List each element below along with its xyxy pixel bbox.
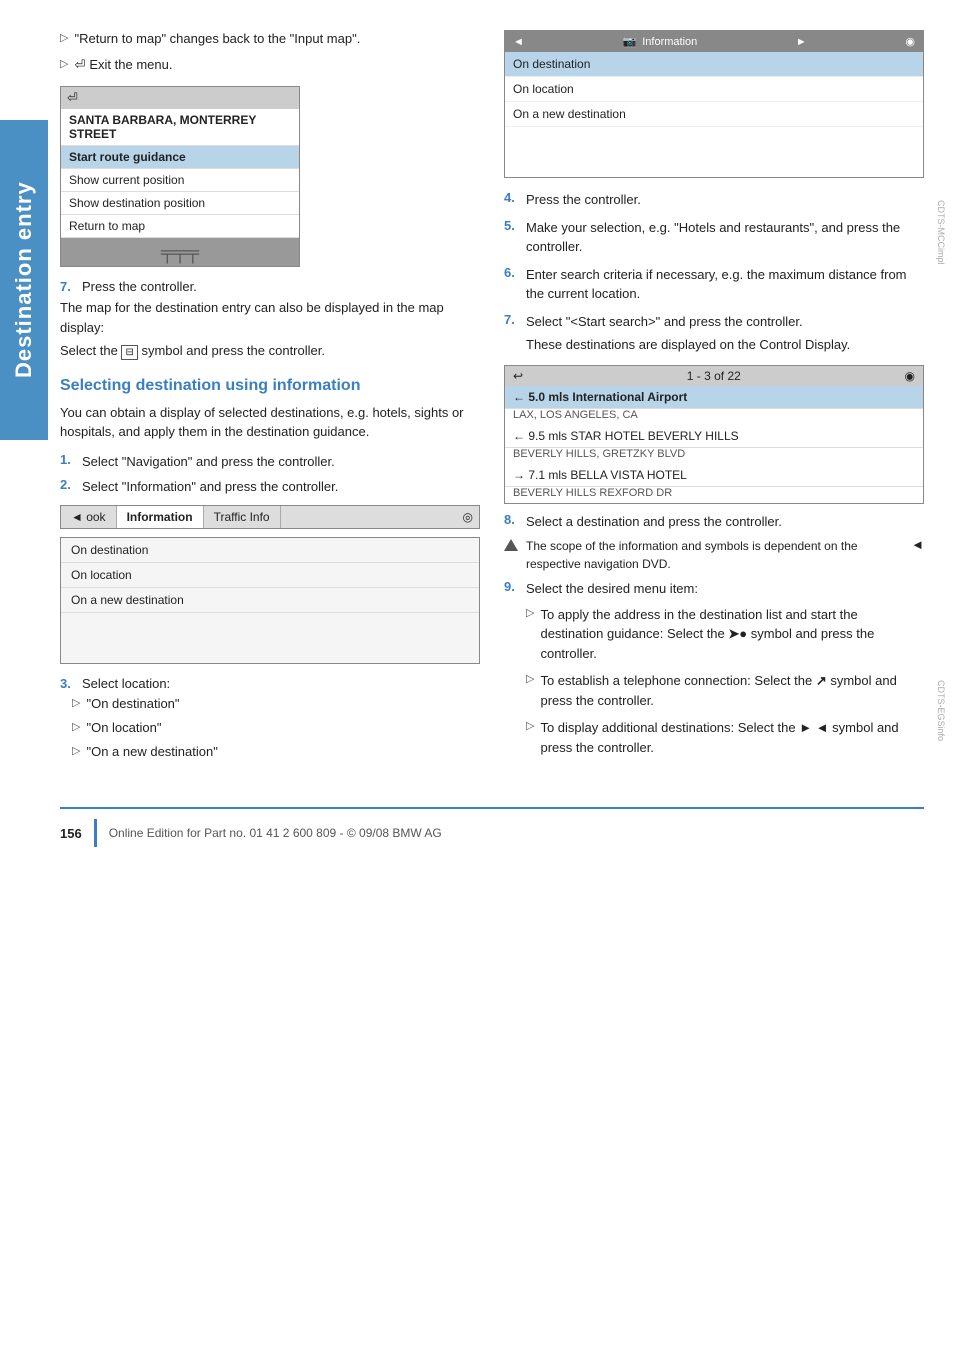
nav-information[interactable]: Information — [117, 506, 204, 528]
info-row-on-new-dest[interactable]: On a new destination — [61, 588, 479, 613]
step9-sub2: ▷ To establish a telephone connection: S… — [526, 671, 924, 710]
nav-icon: ◎ — [457, 506, 479, 528]
step9-sub1: ▷ To apply the address in the destinatio… — [526, 605, 924, 664]
result-back-icon: ↩ — [513, 369, 523, 383]
step4-item: 4. Press the controller. — [504, 190, 924, 210]
screen-back-icon: ⏎ — [67, 90, 78, 106]
step8-item: 8. Select a destination and press the co… — [504, 512, 924, 532]
result-row2-arrow: ← 9.5 mls — [513, 429, 567, 443]
screen-row-dest-pos[interactable]: Show destination position — [61, 192, 299, 215]
step9-sub1-arrow: ▷ — [526, 606, 534, 621]
bullet-arrow-1: ▷ — [60, 31, 68, 46]
sidebar-label: Destination entry — [0, 120, 48, 440]
section-heading: Selecting destination using information — [60, 377, 480, 395]
bullet-exit-menu: ▷ ⏎ Exit the menu. — [60, 56, 480, 74]
page-footer: 156 Online Edition for Part no. 01 41 2 … — [60, 807, 924, 847]
page-number: 156 — [60, 826, 82, 841]
symbol-phone: ↗ — [816, 673, 827, 688]
result-row1-sub: LAX, LOS ANGELES, CA — [505, 409, 923, 425]
step9-item: 9. Select the desired menu item: — [504, 579, 924, 599]
nav-bar-mock: ◄ ook Information Traffic Info ◎ — [60, 505, 480, 529]
result-row-2[interactable]: ← 9.5 mls STAR HOTEL BEVERLY HILLS — [505, 425, 923, 448]
bullet-arrow-2: ▷ — [60, 57, 68, 72]
info-on-location[interactable]: On location — [505, 77, 923, 102]
page-marker-2: CDTS-EGSinfo — [934, 680, 946, 741]
result-screen: ↩ 1 - 3 of 22 ◉ ← 5.0 mls International … — [504, 365, 924, 504]
step7-right-desc: These destinations are displayed on the … — [526, 335, 924, 355]
info-menu-empty — [61, 613, 479, 663]
symbol-dest: ➤● — [728, 626, 747, 641]
step1-item: 1. Select "Navigation" and press the con… — [60, 452, 480, 472]
note-end-marker: ◄ — [911, 537, 924, 552]
step2-item: 2. Select "Information" and press the co… — [60, 477, 480, 497]
step5-item: 5. Make your selection, e.g. "Hotels and… — [504, 218, 924, 257]
result-row1-arrow: ← 5.0 mls — [513, 390, 569, 404]
footer-divider — [94, 819, 97, 847]
result-row3-sub: BEVERLY HILLS REXFORD DR — [505, 487, 923, 503]
screen-row-current[interactable]: Show current position — [61, 169, 299, 192]
info-on-destination[interactable]: On destination — [505, 52, 923, 77]
footer-text: Online Edition for Part no. 01 41 2 600 … — [109, 826, 442, 840]
screen-footer-map: ╤╤╤ — [61, 238, 299, 266]
nav-traffic-info[interactable]: Traffic Info — [204, 506, 281, 528]
step9-sub3-arrow: ▷ — [526, 719, 534, 734]
step7-desc1: The map for the destination entry can al… — [60, 298, 480, 337]
screen-header-top: ⏎ — [61, 87, 299, 109]
sub-arrow-2: ▷ — [72, 720, 80, 735]
step9-sub2-arrow: ▷ — [526, 672, 534, 687]
info-header: ◄ 📷 Information ► ◉ — [505, 31, 923, 52]
result-header: ↩ 1 - 3 of 22 ◉ — [505, 366, 923, 386]
info-header-label: Information — [642, 36, 697, 48]
info-header-title-group: 📷 Information — [623, 35, 698, 48]
info-row-on-destination[interactable]: On destination — [61, 538, 479, 563]
result-row2-name: STAR HOTEL BEVERLY HILLS — [570, 429, 738, 443]
nav-back[interactable]: ◄ ook — [61, 506, 117, 528]
screen-row-address: SANTA BARBARA, MONTERREY STREET — [61, 109, 299, 146]
screen-row-return-map[interactable]: Return to map — [61, 215, 299, 238]
result-row-1[interactable]: ← 5.0 mls International Airport — [505, 386, 923, 409]
result-row1-name: International Airport — [572, 390, 687, 404]
step6-item: 6. Enter search criteria if necessary, e… — [504, 265, 924, 304]
info-screen-empty — [505, 127, 923, 177]
sub-on-new-dest: ▷ "On a new destination" — [72, 743, 480, 761]
info-row-on-location[interactable]: On location — [61, 563, 479, 588]
step7-right-item: 7. Select "<Start search>" and press the… — [504, 312, 924, 332]
page-marker-1: CDTS-MCCimpl — [934, 200, 946, 265]
info-screen-top-right: ◄ 📷 Information ► ◉ On destination On lo… — [504, 30, 924, 178]
symbol-more: ► ◄ — [799, 720, 828, 735]
screen-row-start[interactable]: Start route guidance — [61, 146, 299, 169]
result-row-3[interactable]: → 7.1 mls BELLA VISTA HOTEL — [505, 464, 923, 487]
note-box: The scope of the information and symbols… — [504, 537, 924, 573]
result-row2-sub: BEVERLY HILLS, GRETZKY BLVD — [505, 448, 923, 464]
step7-desc2: Select the ⊟ symbol and press the contro… — [60, 341, 480, 361]
step7-item: 7. Press the controller. — [60, 279, 480, 294]
info-on-new-dest[interactable]: On a new destination — [505, 102, 923, 127]
info-menu-mock: On destination On location On a new dest… — [60, 537, 480, 664]
symbol-map: ⊟ — [121, 345, 137, 360]
step9-sub3: ▷ To display additional destinations: Se… — [526, 718, 924, 757]
note-triangle-icon — [504, 539, 518, 551]
info-header-back: ◄ — [513, 36, 524, 48]
info-header-settings: ◉ — [905, 35, 915, 48]
exit-icon-inline: ⏎ — [74, 56, 85, 74]
result-row3-name: BELLA VISTA HOTEL — [570, 468, 687, 482]
sub-on-location: ▷ "On location" — [72, 719, 480, 737]
sub-arrow-3: ▷ — [72, 744, 80, 759]
sub-arrow-1: ▷ — [72, 696, 80, 711]
info-header-icon: 📷 — [623, 35, 637, 48]
result-count: 1 - 3 of 22 — [687, 369, 741, 383]
result-row3-arrow: → 7.1 mls — [513, 468, 567, 482]
screen-mock-top-left: ⏎ SANTA BARBARA, MONTERREY STREET Start … — [60, 86, 300, 267]
step3-item: 3. Select location: — [60, 676, 480, 691]
section-intro: You can obtain a display of selected des… — [60, 403, 480, 442]
note-text: The scope of the information and symbols… — [526, 537, 901, 573]
sub-on-destination: ▷ "On destination" — [72, 695, 480, 713]
result-header-icon: ◉ — [905, 369, 915, 383]
step7-block: 7. Press the controller. The map for the… — [60, 279, 480, 361]
info-header-forward: ► — [796, 36, 807, 48]
bullet-return-map: ▷ "Return to map" changes back to the "I… — [60, 30, 480, 48]
